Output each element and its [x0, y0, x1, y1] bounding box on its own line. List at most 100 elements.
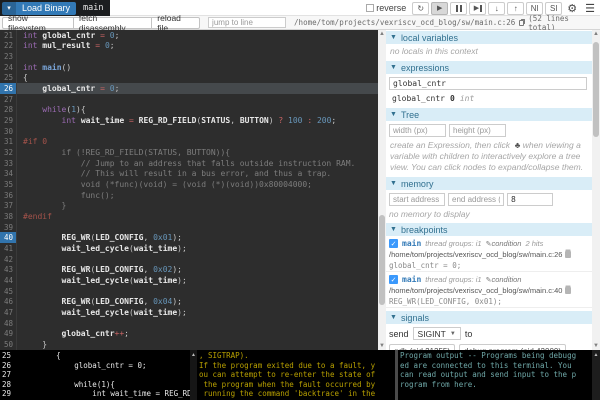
line-number-gutter[interactable]: 24 — [0, 62, 17, 73]
trash-icon[interactable] — [565, 251, 571, 258]
line-number-gutter[interactable]: 25 — [0, 73, 17, 84]
binary-name[interactable]: main — [83, 3, 103, 13]
breakpoint-function[interactable]: main — [402, 275, 421, 284]
jump-to-line-input[interactable] — [208, 17, 286, 28]
breakpoint-function[interactable]: main — [402, 239, 421, 248]
section-expressions[interactable]: ▼ expressions — [386, 61, 592, 74]
terminal-line: 29 int wait_time = REG_RD_ — [2, 389, 190, 399]
scroll-down-icon[interactable]: ▼ — [378, 342, 386, 350]
line-number-gutter[interactable]: 27 — [0, 94, 17, 105]
program-terminal-scrollbar[interactable]: ▲ — [592, 350, 600, 400]
signal-select[interactable]: SIGINT ▼ — [413, 327, 461, 340]
breakpoint-enabled-checkbox[interactable]: ✓ — [389, 239, 398, 248]
copy-icon[interactable] — [519, 20, 524, 26]
line-number-gutter[interactable]: 36 — [0, 190, 17, 201]
scroll-up-icon[interactable]: ▲ — [378, 30, 386, 38]
line-number-gutter[interactable]: 47 — [0, 307, 17, 318]
line-number-gutter[interactable]: 23 — [0, 51, 17, 62]
line-number-gutter[interactable]: 40 — [0, 232, 17, 243]
show-filesystem-button[interactable]: show filesystem — [2, 17, 74, 29]
gdbgui-console-terminal[interactable]: , SIGTRAP).If the program exited due to … — [197, 350, 395, 400]
line-number-gutter[interactable]: 44 — [0, 275, 17, 286]
line-number-gutter[interactable]: 45 — [0, 286, 17, 297]
line-number-gutter[interactable]: 39 — [0, 222, 17, 233]
breakpoint-path[interactable]: /home/tom/projects/vexriscv_ocd_blog/sw/… — [389, 286, 562, 295]
line-number-gutter[interactable]: 26 — [0, 83, 17, 94]
code-text: global_cntr++; — [17, 329, 129, 338]
code-line: 50 } — [0, 339, 378, 350]
line-number-gutter[interactable]: 22 — [0, 41, 17, 52]
scroll-down-icon[interactable]: ▼ — [592, 342, 600, 350]
line-number-gutter[interactable]: 33 — [0, 158, 17, 169]
line-number-gutter[interactable]: 42 — [0, 254, 17, 265]
reverse-checkbox-group[interactable]: reverse — [366, 3, 406, 13]
scroll-up-icon[interactable]: ▲ — [190, 350, 197, 358]
code-line: 37 } — [0, 201, 378, 212]
section-local-variables[interactable]: ▼ local variables — [386, 31, 592, 44]
terminal-line: can read output and send input to the p — [400, 370, 592, 380]
line-number-gutter[interactable]: 50 — [0, 339, 17, 350]
expression-result-row[interactable]: global_cntr 0 int — [386, 90, 592, 105]
line-number-gutter[interactable]: 21 — [0, 30, 17, 41]
code-line: 34 // This will result in a bus error, a… — [0, 169, 378, 180]
code-line: 44 wait_led_cycle(wait_time); — [0, 275, 378, 286]
program-output-terminal[interactable]: Program output -- Programs being debugge… — [398, 350, 592, 400]
reverse-checkbox[interactable] — [366, 4, 374, 12]
line-number-gutter[interactable]: 43 — [0, 264, 17, 275]
trash-icon[interactable] — [565, 287, 571, 294]
line-number-gutter[interactable]: 29 — [0, 115, 17, 126]
breakpoint-path[interactable]: /home/tom/projects/vexriscv_ocd_blog/sw/… — [389, 250, 562, 259]
line-number-gutter[interactable]: 41 — [0, 243, 17, 254]
code-line: 31#if 0 — [0, 137, 378, 148]
code-line: 30 — [0, 126, 378, 137]
breakpoint-thread-groups: thread groups: i1 — [425, 275, 481, 284]
section-signals[interactable]: ▼ signals — [386, 311, 592, 324]
memory-start-input[interactable] — [389, 193, 445, 206]
gdb-terminal[interactable]: 25 {26 global_cntr = 0;2728 while(1){29 … — [0, 350, 190, 400]
breakpoint-condition-link[interactable]: ✎condition — [486, 239, 522, 248]
breakpoint-hits: 2 hits — [525, 239, 543, 248]
breakpoint-item: ✓ main thread groups: i1 ✎condition/home/to… — [386, 272, 592, 308]
section-breakpoints[interactable]: ▼ breakpoints — [386, 223, 592, 236]
line-number-gutter[interactable]: 37 — [0, 201, 17, 212]
terminal-line: ed are connected to this terminal. You — [400, 361, 592, 371]
code-text: #if 0 — [17, 137, 47, 146]
source-toolbar: show filesystem fetch disassembly reload… — [0, 16, 600, 30]
line-number-gutter[interactable]: 30 — [0, 126, 17, 137]
code-line: 48 — [0, 318, 378, 329]
memory-rows-input[interactable] — [507, 193, 553, 206]
line-number-gutter[interactable]: 49 — [0, 328, 17, 339]
chevron-down-icon: ▼ — [450, 331, 456, 337]
reload-file-button[interactable]: reload file — [152, 17, 200, 29]
line-number-gutter[interactable]: 48 — [0, 318, 17, 329]
line-number-gutter[interactable]: 31 — [0, 137, 17, 148]
code-text: global_cntr = 0; — [17, 84, 119, 93]
section-memory[interactable]: ▼ memory — [386, 177, 592, 190]
breakpoint-code: global_cntr = 0; — [389, 261, 589, 270]
fetch-disassembly-button[interactable]: fetch disassembly — [74, 17, 152, 29]
source-scrollbar[interactable]: ▲ ▼ — [378, 30, 386, 350]
line-number-gutter[interactable]: 46 — [0, 296, 17, 307]
line-number-gutter[interactable]: 34 — [0, 169, 17, 180]
expression-input[interactable] — [389, 77, 587, 90]
tree-width-input[interactable] — [389, 124, 446, 137]
section-tree[interactable]: ▼ Tree — [386, 108, 592, 121]
chevron-down-icon: ▼ — [390, 34, 397, 41]
scroll-up-icon[interactable]: ▲ — [592, 30, 600, 38]
line-number-gutter[interactable]: 32 — [0, 147, 17, 158]
breakpoint-condition-link[interactable]: ✎condition — [486, 275, 522, 284]
breakpoint-enabled-checkbox[interactable]: ✓ — [389, 275, 398, 284]
sidebar-scroll-thumb[interactable] — [593, 42, 599, 137]
code-text: wait_led_cycle(wait_time); — [17, 308, 187, 317]
line-number-gutter[interactable]: 38 — [0, 211, 17, 222]
gdb-terminal-scrollbar[interactable]: ▲ — [190, 350, 197, 400]
scroll-up-icon[interactable]: ▲ — [592, 350, 600, 358]
tree-height-input[interactable] — [449, 124, 506, 137]
tree-hint-text: create an Expression, then click ♣ when … — [386, 138, 592, 174]
sidebar-scrollbar[interactable]: ▲ ▼ — [592, 30, 600, 350]
line-number-gutter[interactable]: 28 — [0, 105, 17, 116]
line-number-gutter[interactable]: 35 — [0, 179, 17, 190]
source-scroll-thumb[interactable] — [379, 215, 385, 305]
code-line: 40 REG_WR(LED_CONFIG, 0x01); — [0, 232, 378, 243]
memory-end-input[interactable] — [448, 193, 504, 206]
